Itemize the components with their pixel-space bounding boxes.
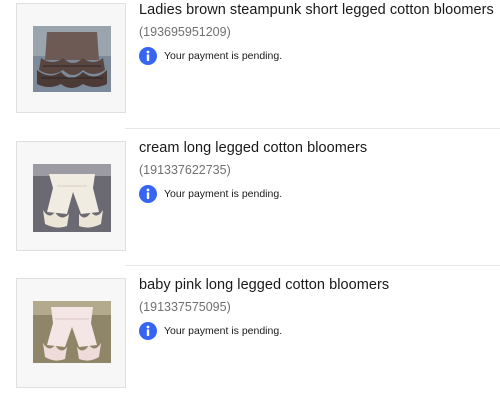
order-item[interactable]: Ladies brown steampunk short legged cott…: [0, 0, 500, 125]
divider: [125, 128, 500, 129]
cream-bloomers-image: [33, 164, 111, 232]
info-icon: [139, 47, 157, 65]
payment-status-text: Your payment is pending.: [164, 325, 283, 337]
order-item[interactable]: baby pink long legged cotton bloomers (1…: [0, 275, 500, 400]
payment-status: Your payment is pending.: [139, 184, 282, 204]
item-number: (191337622735): [139, 163, 231, 177]
item-number: (193695951209): [139, 25, 231, 39]
item-title-link[interactable]: Ladies brown steampunk short legged cott…: [139, 2, 494, 18]
pink-bloomers-image: [33, 301, 111, 363]
item-thumbnail[interactable]: [16, 278, 126, 388]
order-list: Ladies brown steampunk short legged cott…: [0, 0, 500, 400]
item-number: (191337575095): [139, 300, 231, 314]
info-icon: [139, 322, 157, 340]
info-icon: [139, 185, 157, 203]
payment-status: Your payment is pending.: [139, 46, 282, 66]
divider: [125, 265, 500, 266]
item-title-link[interactable]: cream long legged cotton bloomers: [139, 140, 367, 156]
item-thumbnail[interactable]: [16, 141, 126, 251]
item-title-link[interactable]: baby pink long legged cotton bloomers: [139, 277, 389, 293]
payment-status-text: Your payment is pending.: [164, 188, 283, 200]
payment-status-text: Your payment is pending.: [164, 50, 283, 62]
payment-status: Your payment is pending.: [139, 321, 282, 341]
order-item[interactable]: cream long legged cotton bloomers (19133…: [0, 138, 500, 263]
brown-bloomers-image: [33, 26, 111, 92]
item-thumbnail[interactable]: [16, 3, 126, 113]
